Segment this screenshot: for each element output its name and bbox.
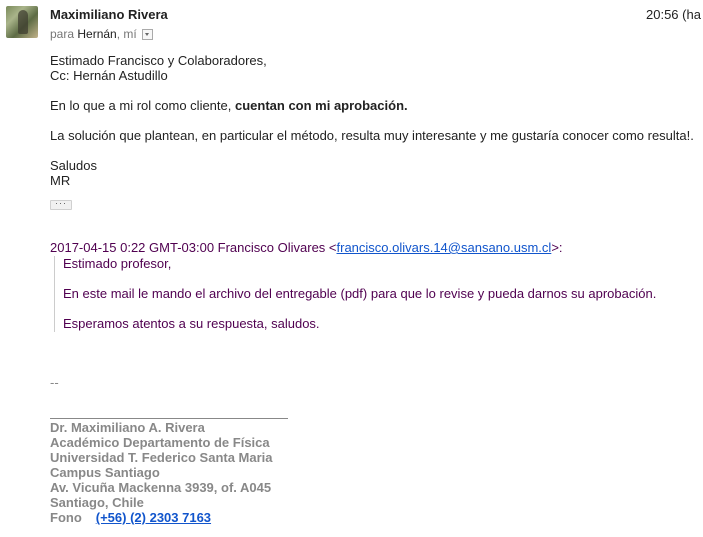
signature-phone-row: Fono (+56) (2) 2303 7163 xyxy=(50,510,273,525)
quoted-line-greeting: Estimado profesor, xyxy=(63,256,172,271)
quote-attribution: 2017-04-15 0:22 GMT-03:00 Francisco Oliv… xyxy=(50,240,563,255)
quoted-line-body: En este mail le mando el archivo del ent… xyxy=(63,286,657,301)
show-details-dropdown-icon[interactable] xyxy=(141,28,153,40)
email-message-view: Maximiliano Rivera 20:56 (ha para Hernán… xyxy=(0,0,703,537)
quote-attribution-text: 2017-04-15 0:22 GMT-03:00 Francisco Oliv… xyxy=(50,240,337,255)
phone-label: Fono xyxy=(50,510,82,525)
quote-attribution-suffix: >: xyxy=(551,240,563,255)
recipient-separator: , xyxy=(116,27,121,41)
show-trimmed-content-button[interactable]: ··· xyxy=(50,199,72,210)
signature-university: Universidad T. Federico Santa Maria xyxy=(50,450,273,465)
approval-text: En lo que a mi rol como cliente, xyxy=(50,98,235,113)
message-time[interactable]: 20:56 (ha xyxy=(646,7,701,22)
quoted-email-link[interactable]: francisco.olivars.14@sansano.usm.cl xyxy=(337,240,552,255)
comment-line: La solución que plantean, en particular … xyxy=(50,128,694,143)
quoted-line-closing: Esperamos atentos a su respuesta, saludo… xyxy=(63,316,320,331)
signature-role: Académico Departamento de Física xyxy=(50,435,270,450)
sender-name[interactable]: Maximiliano Rivera xyxy=(50,7,168,22)
recipient-name: Hernán xyxy=(77,27,117,41)
to-prefix: para xyxy=(50,27,75,41)
sender-avatar[interactable] xyxy=(6,6,38,38)
signature-address: Av. Vicuña Mackenna 3939, of. A045 xyxy=(50,480,272,495)
initials-line: MR xyxy=(50,173,71,188)
recipients-line: para Hernán, mí xyxy=(50,27,153,41)
signature-campus: Campus Santiago xyxy=(50,465,160,480)
signature-name: Dr. Maximiliano A. Rivera xyxy=(50,420,205,435)
closing-line: Saludos xyxy=(50,158,97,173)
recipient-me: mí xyxy=(123,27,137,41)
quoted-message: Estimado profesor, En este mail le mando… xyxy=(54,256,683,332)
approval-bold-text: cuentan con mi aprobación. xyxy=(234,98,408,113)
signature-rule xyxy=(50,418,288,419)
cc-line: Cc: Hernán Astudillo xyxy=(50,68,168,83)
signature-city: Santiago, Chile xyxy=(50,495,144,510)
approval-line: En lo que a mi rol como cliente, cuentan… xyxy=(50,98,700,113)
signature-block: Dr. Maximiliano A. Rivera Académico Depa… xyxy=(50,420,273,525)
message-body: Estimado Francisco y Colaboradores, Cc: … xyxy=(50,53,700,188)
phone-link[interactable]: (+56) (2) 2303 7163 xyxy=(96,510,211,525)
signature-separator: -- xyxy=(50,375,59,390)
greeting-line: Estimado Francisco y Colaboradores, xyxy=(50,53,267,68)
